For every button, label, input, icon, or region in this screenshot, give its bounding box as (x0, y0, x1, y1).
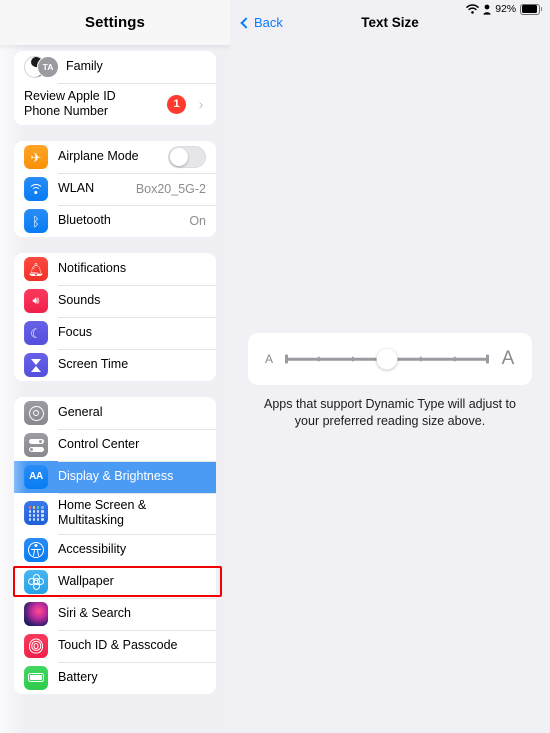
slider-end-right (486, 354, 489, 364)
battery-icon (24, 665, 48, 690)
person-icon (483, 4, 491, 15)
gear-icon (24, 401, 48, 425)
small-a-label: A (264, 352, 273, 366)
airplane-mode-toggle[interactable] (168, 146, 206, 168)
hourglass-icon (24, 353, 48, 377)
sidebar-item-siri-search[interactable]: Siri & Search (14, 597, 216, 630)
sliders-icon (24, 433, 48, 457)
bluetooth-value: On (189, 214, 206, 228)
sidebar-item-label: Family (66, 59, 103, 74)
text-size-slider[interactable] (285, 347, 489, 371)
sidebar-group-account: TA Family Review Apple ID Phone Number 1… (14, 51, 216, 125)
sidebar-item-label: Touch ID & Passcode (58, 637, 178, 652)
sidebar-item-label: WLAN (58, 181, 95, 196)
sidebar-item-label: Home Screen & Multitasking (58, 498, 147, 528)
sidebar-item-control-center[interactable]: Control Center (14, 429, 216, 461)
fingerprint-icon (24, 633, 48, 658)
slider-knob[interactable] (376, 348, 398, 370)
sidebar-item-sounds[interactable]: 🔊︎ Sounds (14, 285, 216, 317)
sidebar-item-notifications[interactable]: 🔔︎ Notifications (14, 253, 216, 285)
dynamic-type-caption: Apps that support Dynamic Type will adju… (264, 397, 516, 428)
sidebar-item-general[interactable]: General (14, 397, 216, 429)
sidebar-item-touch-id-passcode[interactable]: Touch ID & Passcode (14, 629, 216, 662)
sidebar-header: Settings (0, 0, 230, 45)
settings-sidebar: Settings TA Family Review Apple ID Phone… (0, 0, 230, 733)
sidebar-item-label: Accessibility (58, 541, 127, 556)
accessibility-person-icon (24, 537, 48, 562)
flower-icon (24, 569, 48, 594)
moon-icon: ☾ (24, 321, 48, 345)
airplane-icon: ✈ (24, 145, 48, 169)
sidebar-item-label: Siri & Search (58, 605, 131, 620)
bluetooth-icon: ᛒ (24, 209, 48, 233)
sidebar-item-display-brightness[interactable]: AA Display & Brightness (14, 461, 216, 493)
speaker-icon: 🔊︎ (24, 289, 48, 313)
toggle-knob (170, 148, 188, 166)
large-a-label: A (501, 348, 515, 369)
battery-icon (520, 3, 542, 15)
wifi-icon (24, 177, 48, 201)
sidebar-item-focus[interactable]: ☾ Focus (14, 317, 216, 349)
sidebar-item-label: General (58, 405, 103, 420)
family-avatars-icon: TA (24, 54, 59, 80)
battery-percent-label: 92% (495, 3, 516, 15)
sidebar-item-label: Notifications (58, 261, 127, 276)
sidebar-group-system: General Control Center AA Display & Brig… (14, 397, 216, 694)
wifi-icon (466, 4, 480, 14)
sidebar-item-airplane-mode[interactable]: ✈ Airplane Mode (14, 141, 216, 173)
status-bar: 92% (430, 0, 550, 18)
text-size-slider-card: A A (248, 333, 532, 385)
sidebar-item-label: Screen Time (58, 357, 129, 372)
aa-icon: AA (24, 465, 48, 489)
sidebar-group-alerts: 🔔︎ Notifications 🔊︎ Sounds ☾ Focus Scree… (14, 253, 216, 381)
sidebar-scroll-area[interactable]: TA Family Review Apple ID Phone Number 1… (0, 45, 230, 733)
sidebar-item-accessibility[interactable]: Accessibility (14, 533, 216, 566)
sidebar-item-label: Bluetooth (58, 213, 111, 228)
sidebar-item-screen-time[interactable]: Screen Time (14, 349, 216, 381)
sidebar-group-connectivity: ✈ Airplane Mode WLAN Box20_5G-2 ᛒ Blueto… (14, 141, 216, 237)
sidebar-item-label: Wallpaper (58, 573, 114, 588)
sidebar-item-label: Sounds (58, 293, 101, 308)
ipad-settings-screen: Settings TA Family Review Apple ID Phone… (0, 0, 550, 733)
sidebar-item-family[interactable]: TA Family (14, 51, 216, 83)
sidebar-item-wlan[interactable]: WLAN Box20_5G-2 (14, 173, 216, 205)
back-button[interactable]: Back (240, 15, 283, 30)
status-badge: 1 (167, 94, 186, 114)
sidebar-item-wallpaper[interactable]: Wallpaper (14, 565, 216, 598)
wlan-value: Box20_5G-2 (135, 182, 206, 196)
bell-icon: 🔔︎ (24, 257, 48, 281)
chevron-right-icon: › (198, 96, 204, 112)
sidebar-item-label: Battery (58, 669, 98, 684)
back-label: Back (254, 15, 283, 30)
sidebar-item-home-screen[interactable]: Home Screen & Multitasking (14, 493, 216, 534)
sidebar-item-label: Airplane Mode (58, 149, 139, 164)
sidebar-item-battery[interactable]: Battery (14, 661, 216, 694)
sidebar-item-label: Review Apple ID Phone Number (24, 88, 116, 118)
app-grid-icon (24, 501, 48, 526)
siri-orb-icon (24, 601, 48, 626)
page-title: Settings (85, 14, 145, 31)
sidebar-item-review-apple-id[interactable]: Review Apple ID Phone Number 1 › (14, 83, 216, 125)
slider-end-left (285, 354, 288, 364)
chevron-left-icon (240, 16, 252, 29)
sidebar-item-label: Control Center (58, 437, 140, 452)
sidebar-item-label: Display & Brightness (58, 469, 174, 484)
sidebar-item-label: Focus (58, 325, 93, 340)
sidebar-item-bluetooth[interactable]: ᛒ Bluetooth On (14, 205, 216, 237)
text-size-detail-pane: Back Text Size A A Apps that support Dyn… (230, 0, 550, 733)
avatar: TA (37, 56, 59, 78)
